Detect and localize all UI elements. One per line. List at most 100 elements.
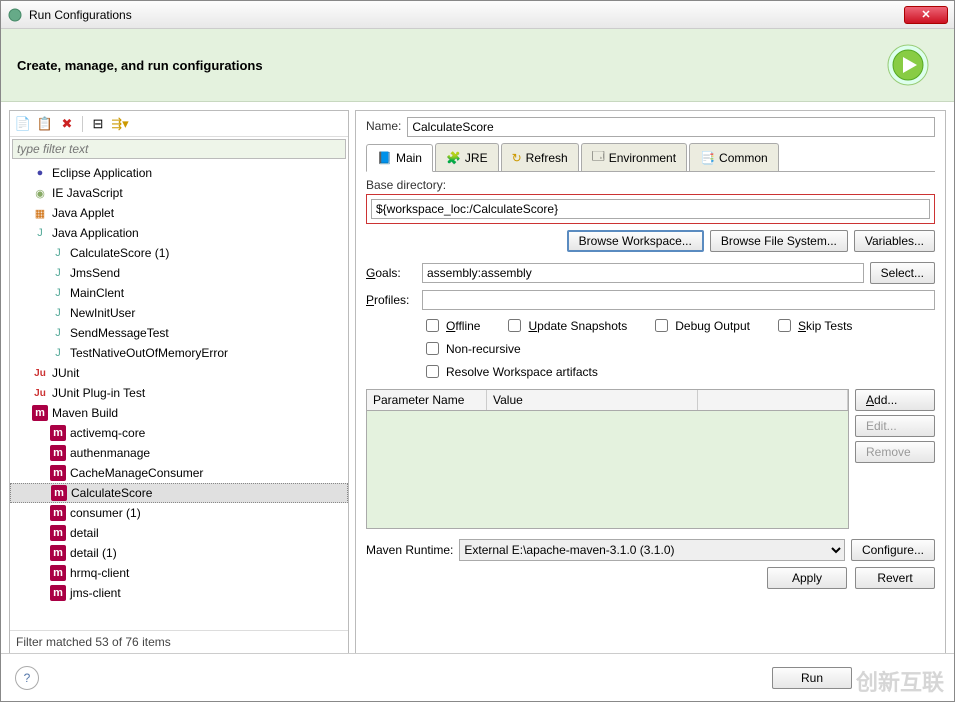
delete-config-icon[interactable]: ✖ (58, 115, 76, 133)
debug-output-checkbox[interactable]: Debug Output (651, 316, 750, 335)
col-value[interactable]: Value (487, 390, 698, 410)
tree-item[interactable]: mjms-client (10, 583, 348, 603)
window-close-button[interactable]: ✕ (904, 6, 948, 24)
select-goals-button[interactable]: Select... (870, 262, 935, 284)
tree-item-icon: m (32, 405, 48, 421)
tab-environment[interactable]: 🗔Environment (581, 143, 687, 171)
tree-item[interactable]: m authenmanage (10, 443, 348, 463)
tree-item[interactable]: mCacheManageConsumer (10, 463, 348, 483)
tree-item-icon: m (50, 445, 66, 461)
tree-item-label: consumer (1) (70, 506, 141, 520)
tree-item[interactable]: ▦Java Applet (10, 203, 348, 223)
revert-button[interactable]: Revert (855, 567, 935, 589)
col-parameter-name[interactable]: Parameter Name (367, 390, 487, 410)
tree-item[interactable]: J NewInitUser (10, 303, 348, 323)
tab-main[interactable]: 📘Main (366, 144, 433, 172)
tree-item[interactable]: J JmsSend (10, 263, 348, 283)
tree-item[interactable]: mCalculateScore (10, 483, 348, 503)
parameter-table[interactable]: Parameter Name Value (366, 389, 849, 529)
tree-item[interactable]: mMaven Build (10, 403, 348, 423)
tree-item[interactable]: Ju JUnit (10, 363, 348, 383)
tree-item-icon: Ju (32, 365, 48, 381)
collapse-all-icon[interactable]: ⊟ (89, 115, 107, 133)
window-title: Run Configurations (29, 8, 132, 22)
tree-item-label: SendMessageTest (70, 326, 169, 340)
run-button[interactable]: Run (772, 667, 852, 689)
tree-item-icon: J (50, 325, 66, 341)
header-title: Create, manage, and run configurations (17, 58, 263, 73)
tree-item[interactable]: ●Eclipse Application (10, 163, 348, 183)
tree-item[interactable]: mdetail (10, 523, 348, 543)
tree-item[interactable]: Ju JUnit Plug-in Test (10, 383, 348, 403)
profiles-input[interactable] (422, 290, 935, 310)
offline-checkbox[interactable]: Offline (422, 316, 480, 335)
tree-item-label: Java Applet (52, 206, 114, 220)
tree-item-label: authenmanage (70, 446, 150, 460)
tree-item-icon: m (50, 505, 66, 521)
variables-button[interactable]: Variables... (854, 230, 935, 252)
tree-item-label: IE JavaScript (52, 186, 123, 200)
add-param-button[interactable]: Add... (855, 389, 935, 411)
maven-icon: 📘 (377, 151, 392, 165)
skip-tests-checkbox[interactable]: Skip Tests (774, 316, 852, 335)
non-recursive-checkbox[interactable]: Non-recursive (422, 339, 521, 358)
tree-item-label: CalculateScore (1) (70, 246, 169, 260)
tab-common[interactable]: 📑Common (689, 143, 779, 171)
tree-item-label: TestNativeOutOfMemoryError (70, 346, 228, 360)
tree-item-icon: m (50, 425, 66, 441)
tabs: 📘Main 🧩JRE ↻Refresh 🗔Environment 📑Common (366, 143, 935, 172)
duplicate-config-icon[interactable]: 📋 (36, 115, 54, 133)
left-toolbar: 📄 📋 ✖ ⊟ ⇶▾ (10, 111, 348, 137)
apply-button[interactable]: Apply (767, 567, 847, 589)
tree-item-label: NewInitUser (70, 306, 135, 320)
common-icon: 📑 (700, 151, 715, 165)
tree-item[interactable]: mhrmq-client (10, 563, 348, 583)
goals-input[interactable] (422, 263, 864, 283)
tree-item-icon: ● (32, 165, 48, 181)
tree-item[interactable]: JCalculateScore (1) (10, 243, 348, 263)
tree-item-label: JmsSend (70, 266, 120, 280)
toolbar-separator (82, 116, 83, 132)
run-large-icon (886, 43, 930, 87)
tree-item-label: MainClent (70, 286, 124, 300)
jre-icon: 🧩 (446, 151, 461, 165)
maven-runtime-select[interactable]: External E:\apache-maven-3.1.0 (3.1.0) (459, 539, 845, 561)
filter-input[interactable] (12, 139, 346, 159)
basedir-highlight-box (366, 194, 935, 224)
tree-item[interactable]: mactivemq-core (10, 423, 348, 443)
browse-workspace-button[interactable]: Browse Workspace... (567, 230, 704, 252)
tree-item-icon: J (50, 305, 66, 321)
tree-item-icon: m (51, 485, 67, 501)
config-tree[interactable]: ●Eclipse Application◉IE JavaScript▦Java … (10, 161, 348, 630)
body-area: 📄 📋 ✖ ⊟ ⇶▾ ●Eclipse Application◉IE JavaS… (1, 102, 954, 662)
update-snapshots-checkbox[interactable]: Update Snapshots (504, 316, 627, 335)
tab-refresh[interactable]: ↻Refresh (501, 143, 579, 171)
basedir-input[interactable] (371, 199, 930, 219)
filter-icon[interactable]: ⇶▾ (111, 115, 129, 133)
tree-item-label: detail (70, 526, 99, 540)
tree-item[interactable]: JMainClent (10, 283, 348, 303)
new-config-icon[interactable]: 📄 (14, 115, 32, 133)
tree-item-label: JUnit Plug-in Test (52, 386, 145, 400)
configure-runtime-button[interactable]: Configure... (851, 539, 935, 561)
app-icon (7, 7, 23, 23)
tree-item[interactable]: mdetail (1) (10, 543, 348, 563)
header-band: Create, manage, and run configurations (1, 29, 954, 102)
tree-item-label: detail (1) (70, 546, 117, 560)
tree-item[interactable]: ◉IE JavaScript (10, 183, 348, 203)
tree-item[interactable]: J SendMessageTest (10, 323, 348, 343)
tree-item[interactable]: JJava Application (10, 223, 348, 243)
resolve-workspace-checkbox[interactable]: Resolve Workspace artifacts (422, 362, 935, 381)
tree-item-icon: J (50, 265, 66, 281)
tree-item[interactable]: m consumer (1) (10, 503, 348, 523)
goals-label: Goals: (366, 266, 416, 280)
tab-jre[interactable]: 🧩JRE (435, 143, 499, 171)
browse-filesystem-button[interactable]: Browse File System... (710, 230, 848, 252)
tree-item-label: JUnit (52, 366, 79, 380)
left-panel: 📄 📋 ✖ ⊟ ⇶▾ ●Eclipse Application◉IE JavaS… (9, 110, 349, 654)
tree-item-icon: Ju (32, 385, 48, 401)
tree-item[interactable]: JTestNativeOutOfMemoryError (10, 343, 348, 363)
edit-param-button: Edit... (855, 415, 935, 437)
help-icon[interactable]: ? (15, 666, 39, 690)
name-input[interactable] (407, 117, 935, 137)
